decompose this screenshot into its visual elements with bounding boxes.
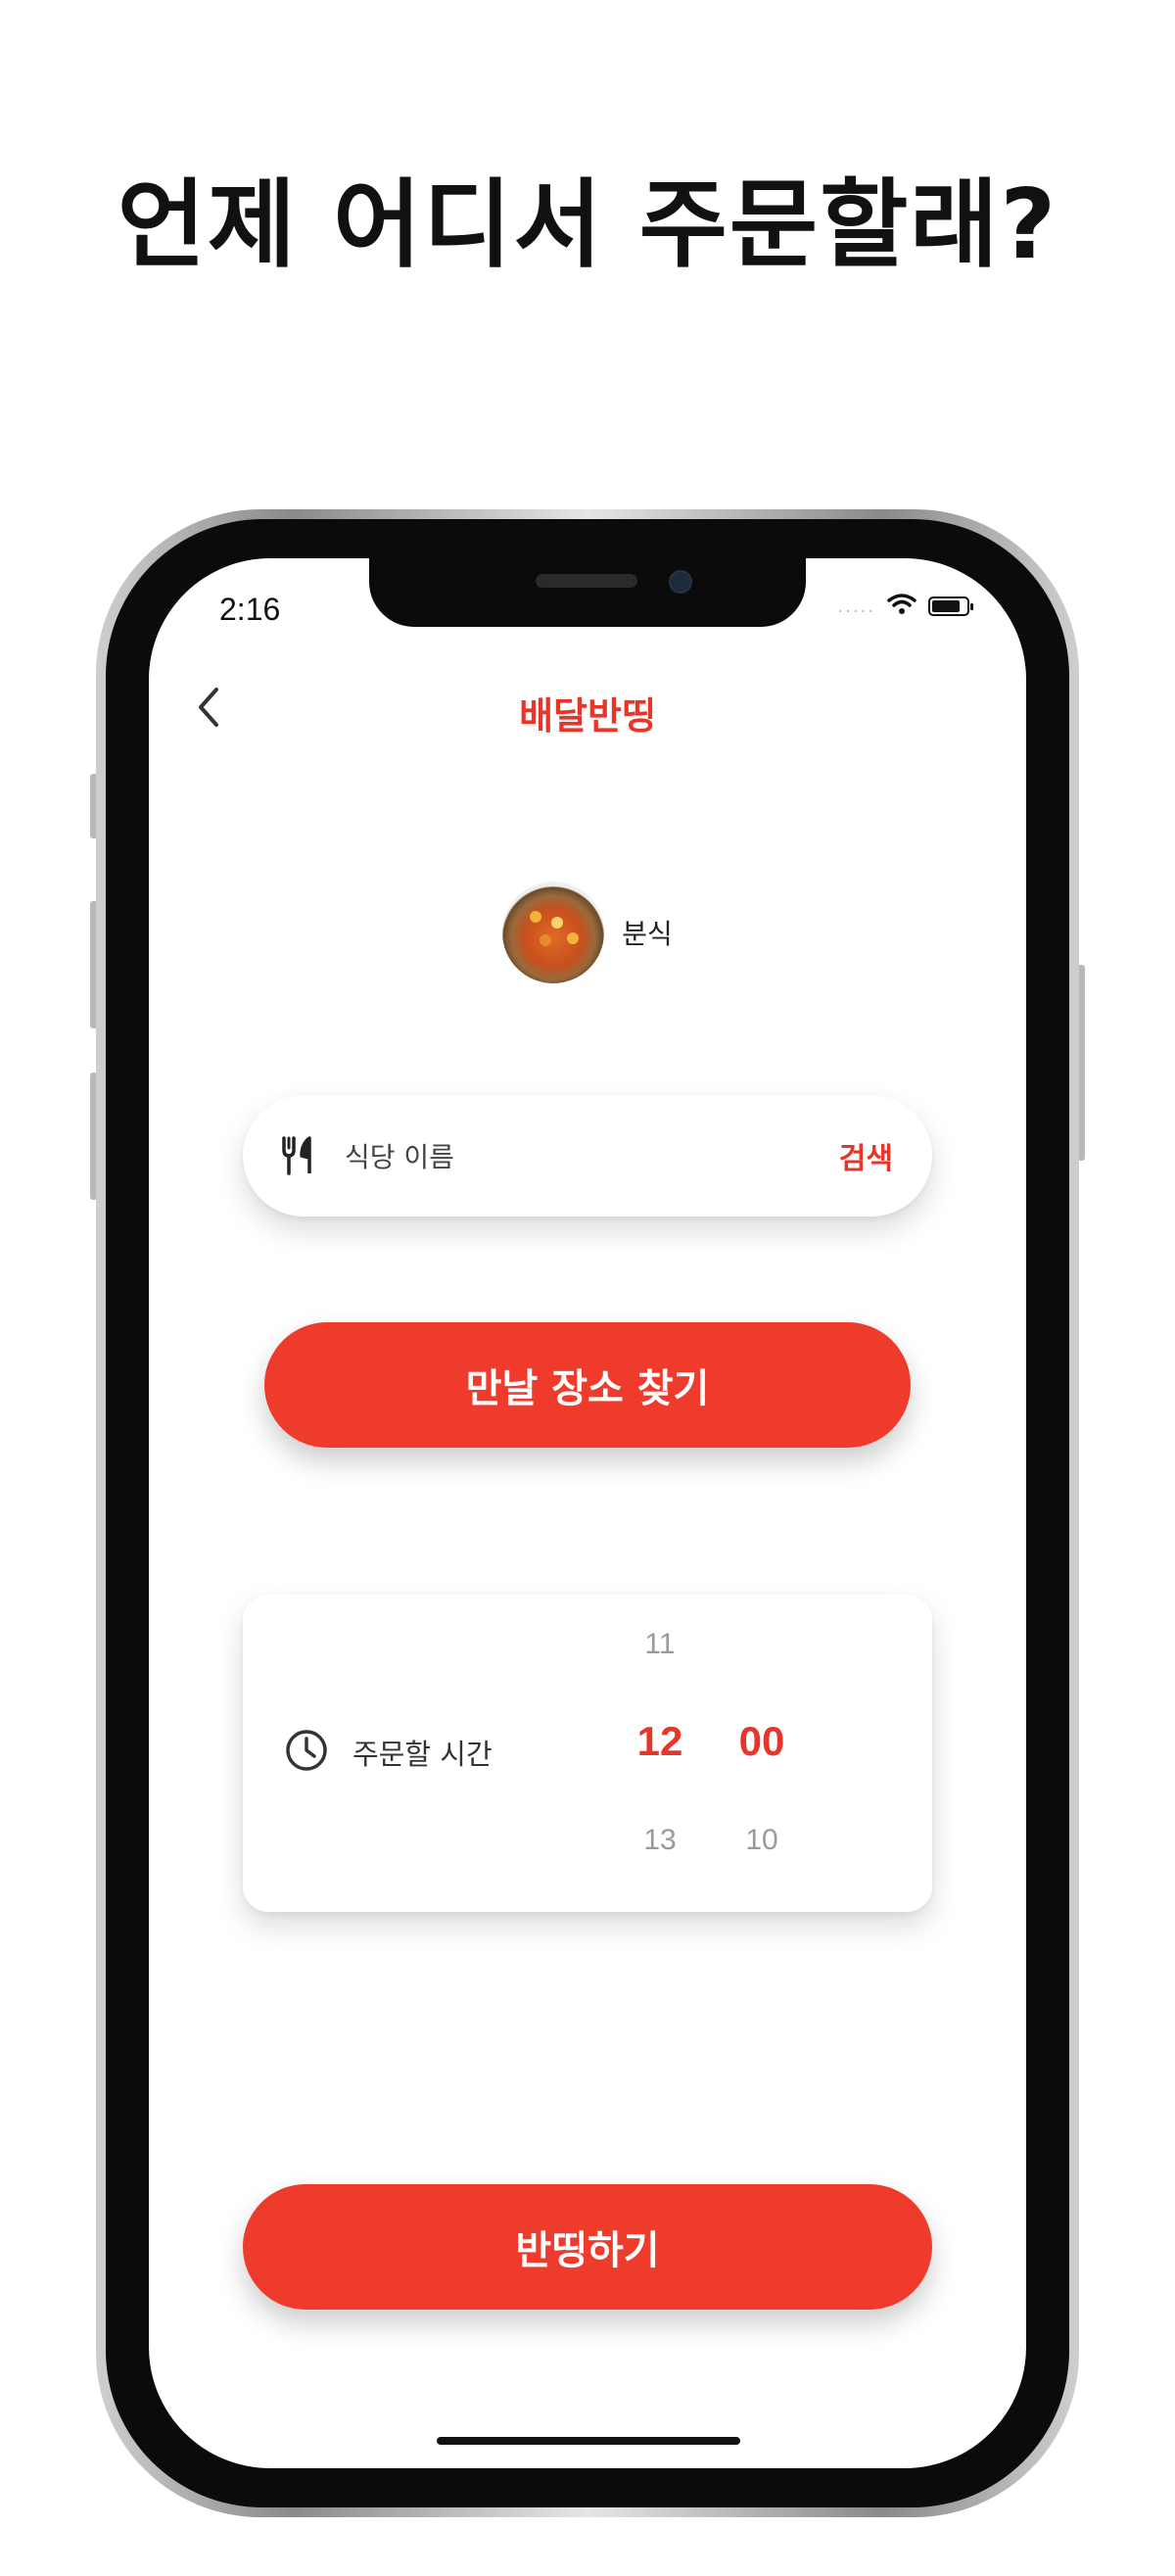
- restaurant-search-bar[interactable]: 식당 이름 검색: [243, 1095, 932, 1216]
- selected-category[interactable]: 분식: [149, 882, 1026, 983]
- clock-icon: [284, 1728, 329, 1773]
- home-indicator[interactable]: [437, 2437, 740, 2445]
- minute-picker[interactable]: 00 10: [723, 1628, 801, 1863]
- minute-prev[interactable]: [723, 1628, 801, 1667]
- hour-selected[interactable]: 12: [621, 1718, 699, 1773]
- phone-screen: 2:16 ..... 배달반띵 분식 식당 이름 검색 만날 장소 찾기 주문할…: [149, 558, 1026, 2468]
- status-time: 2:16: [219, 592, 281, 627]
- category-label: 분식: [622, 918, 673, 950]
- promo-headline: 언제 어디서 주문할래?: [117, 169, 1058, 281]
- order-time-card: 주문할 시간 11 12 13 00 10: [243, 1595, 932, 1912]
- order-time-label: 주문할 시간: [352, 1738, 493, 1771]
- front-camera: [669, 570, 692, 594]
- hour-next[interactable]: 13: [621, 1824, 699, 1863]
- app-title: 배달반띵: [519, 694, 656, 738]
- restaurant-name-input[interactable]: 식당 이름: [345, 1136, 839, 1175]
- find-meeting-place-button[interactable]: 만날 장소 찾기: [264, 1322, 911, 1448]
- status-icons: .....: [837, 594, 973, 619]
- battery-icon: [928, 596, 973, 616]
- signal-dots-icon: .....: [837, 596, 875, 617]
- hour-prev[interactable]: 11: [621, 1628, 699, 1667]
- notch: [369, 558, 806, 627]
- search-button[interactable]: 검색: [839, 1134, 893, 1177]
- minute-next[interactable]: 10: [723, 1824, 801, 1863]
- wifi-icon: [887, 594, 916, 619]
- category-image: [502, 882, 605, 983]
- minute-selected[interactable]: 00: [723, 1718, 801, 1773]
- banddeing-submit-button[interactable]: 반띵하기: [243, 2184, 932, 2310]
- hour-picker[interactable]: 11 12 13: [621, 1628, 699, 1863]
- fork-knife-icon: [278, 1134, 321, 1177]
- speaker-grille: [536, 574, 637, 588]
